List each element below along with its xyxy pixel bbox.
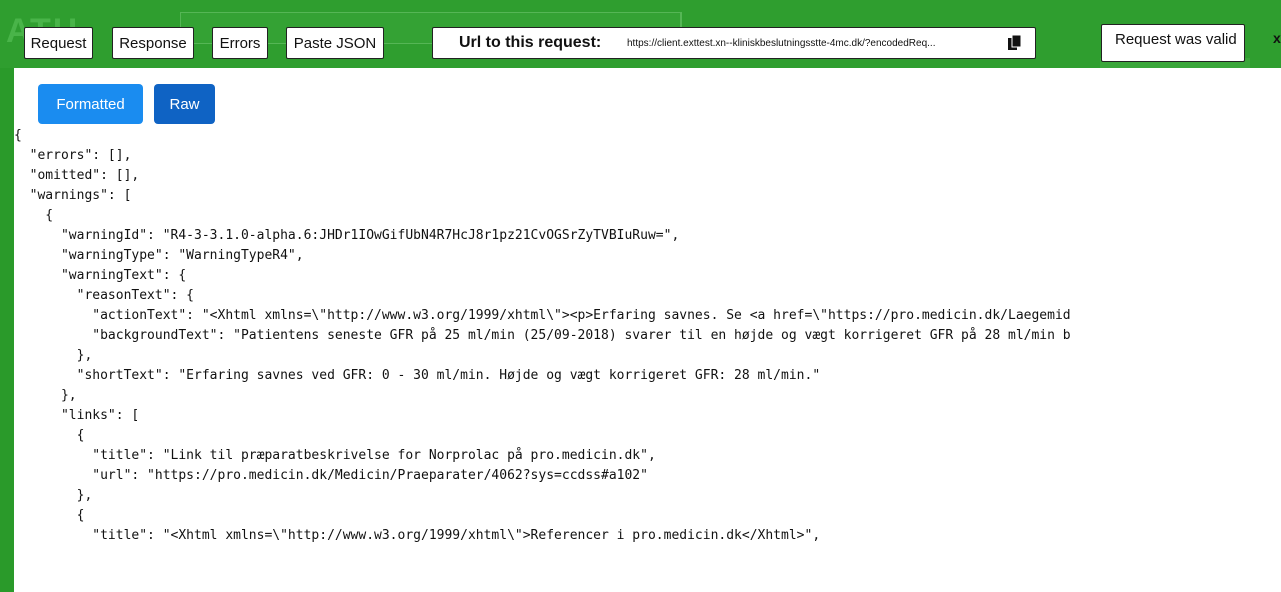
json-line: "shortText": "Erfaring savnes ved GFR: 0… <box>14 368 821 383</box>
request-url-label: Url to this request: <box>459 34 602 51</box>
json-line: "links": [ <box>14 408 140 423</box>
request-url-value[interactable]: https://client.exttest.xn--kliniskbeslut… <box>627 38 991 49</box>
json-line: "warnings": [ <box>14 188 132 203</box>
json-line: { <box>14 128 22 143</box>
json-line: "title": "<Xhtml xmlns=\"http://www.w3.o… <box>14 528 821 543</box>
json-line: { <box>14 428 85 443</box>
json-line: "warningType": "WarningTypeR4", <box>14 248 304 263</box>
json-line: }, <box>14 348 93 363</box>
request-url-panel: Url to this request: https://client.extt… <box>432 27 1036 59</box>
json-line: }, <box>14 388 77 403</box>
json-code-block[interactable]: { "errors": [], "omitted": [], "warnings… <box>14 126 1281 546</box>
json-line: "omitted": [], <box>14 168 140 183</box>
json-line: "actionText": "<Xhtml xmlns=\"http://www… <box>14 308 1071 323</box>
json-line: "warningId": "R4-3-3.1.0-alpha.6:JHDr1IO… <box>14 228 680 243</box>
response-button[interactable]: Response <box>112 27 194 59</box>
json-viewer-panel: Formatted Raw { "errors": [], "omitted":… <box>14 68 1281 592</box>
json-line: "url": "https://pro.medicin.dk/Medicin/P… <box>14 468 648 483</box>
json-line: "title": "Link til præparatbeskrivelse f… <box>14 448 656 463</box>
json-line: { <box>14 208 54 223</box>
json-line: "backgroundText": "Patientens seneste GF… <box>14 328 1071 343</box>
json-line: { <box>14 508 85 523</box>
errors-button[interactable]: Errors <box>212 27 268 59</box>
json-line: "reasonText": { <box>14 288 195 303</box>
validation-status: Request was valid <box>1101 24 1245 62</box>
formatted-button[interactable]: Formatted <box>38 84 143 124</box>
paste-json-button[interactable]: Paste JSON <box>286 27 384 59</box>
json-line: "warningText": { <box>14 268 187 283</box>
json-line: "errors": [], <box>14 148 132 163</box>
copy-icon[interactable] <box>1008 35 1022 51</box>
json-line: }, <box>14 488 93 503</box>
close-icon[interactable]: x <box>1273 30 1281 46</box>
raw-button[interactable]: Raw <box>154 84 215 124</box>
request-button[interactable]: Request <box>24 27 93 59</box>
